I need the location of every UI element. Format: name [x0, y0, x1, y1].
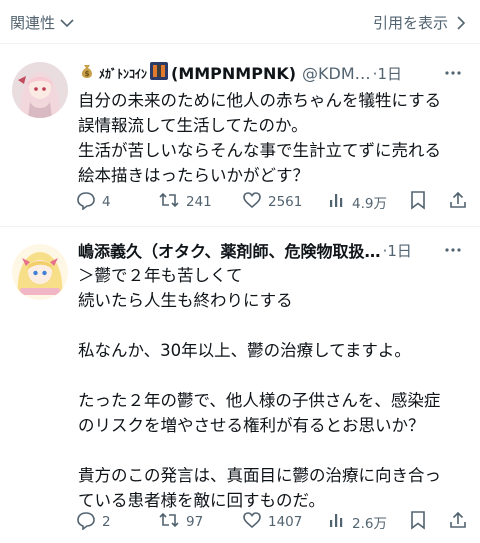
more-options-icon[interactable]	[444, 64, 462, 84]
display-name-emoji-text: ﾒｶﾞﾄﾝｺｲﾝ	[99, 66, 148, 81]
chevron-right-icon	[456, 15, 466, 31]
tweet-header: 嶋添義久（オタク、薬剤師、危険物取扱… ·1日	[78, 239, 470, 261]
heart-icon	[242, 510, 262, 534]
display-name-text: (MMPNMPNK)	[171, 63, 297, 83]
view-quotes-link[interactable]: 引用を表示	[373, 12, 466, 33]
flag-emoji-icon	[150, 62, 169, 84]
retweet-count: 241	[186, 194, 212, 210]
views-count: 2.6万	[352, 516, 387, 532]
sort-dropdown[interactable]: 関連性	[10, 12, 75, 33]
chevron-down-icon	[59, 15, 75, 31]
reply-sort-bar: 関連性 引用を表示	[0, 0, 480, 44]
user-handle[interactable]: @KDM…	[302, 64, 371, 83]
reply-icon	[76, 190, 96, 214]
bookmark-button[interactable]	[409, 510, 427, 534]
share-button[interactable]	[448, 190, 468, 214]
tweet-time[interactable]: ·1日	[373, 63, 402, 84]
share-button[interactable]	[448, 510, 468, 534]
reply-icon	[76, 510, 96, 534]
tweet-text: 自分の未来のために他人の赤ちゃんを犠牲にする 誤情報流して生活してたのか。 生活…	[78, 91, 442, 185]
tweet-time[interactable]: ·1日	[383, 240, 412, 261]
avatar[interactable]	[12, 244, 68, 300]
retweet-count: 97	[186, 514, 204, 530]
views-button[interactable]: 4.9万	[328, 191, 387, 213]
views-chart-icon	[328, 191, 346, 213]
tweet-text: ＞鬱で２年も苦しくて 続いたら人生も終わりにする 私なんか、30年以上、鬱の治療…	[78, 266, 441, 510]
retweet-icon	[158, 510, 180, 534]
reply-tweet[interactable]: $ ﾒｶﾞﾄﾝｺｲﾝ (MMPNMPNK) @KDM… ·1日 自分の未来のため…	[0, 52, 480, 227]
like-count: 1407	[268, 514, 303, 530]
reply-count: 4	[102, 194, 111, 210]
display-name[interactable]: $ ﾒｶﾞﾄﾝｺｲﾝ (MMPNMPNK)	[78, 62, 296, 84]
reply-button[interactable]: 2	[76, 510, 111, 534]
money-bag-icon: $	[78, 62, 96, 84]
reply-count: 2	[102, 514, 111, 530]
avatar[interactable]	[12, 62, 68, 118]
retweet-icon	[158, 190, 180, 214]
views-count: 4.9万	[352, 196, 387, 212]
reply-button[interactable]: 4	[76, 190, 111, 214]
svg-text:$: $	[85, 70, 90, 78]
bookmark-icon	[409, 190, 427, 214]
bookmark-button[interactable]	[409, 190, 427, 214]
tweet-header: $ ﾒｶﾞﾄﾝｺｲﾝ (MMPNMPNK) @KDM… ·1日	[78, 62, 470, 84]
tweet-actions: 2 97 1407 2.6万	[76, 510, 470, 534]
sort-label: 関連性	[10, 14, 56, 32]
retweet-button[interactable]: 241	[158, 190, 212, 214]
more-options-icon[interactable]	[444, 241, 462, 261]
like-button[interactable]: 1407	[242, 510, 302, 534]
share-icon	[448, 190, 468, 214]
heart-icon	[242, 190, 262, 214]
tweet-actions: 4 241 2561 4.9万	[76, 190, 470, 214]
like-button[interactable]: 2561	[242, 190, 302, 214]
like-count: 2561	[268, 194, 303, 210]
view-quotes-label: 引用を表示	[372, 14, 448, 32]
retweet-button[interactable]: 97	[158, 510, 203, 534]
views-button[interactable]: 2.6万	[328, 511, 387, 533]
reply-tweet[interactable]: 嶋添義久（オタク、薬剤師、危険物取扱… ·1日 ＞鬱で２年も苦しくて 続いたら人…	[0, 234, 480, 543]
share-icon	[448, 510, 468, 534]
display-name-text: 嶋添義久（オタク、薬剤師、危険物取扱…	[78, 242, 381, 261]
display-name[interactable]: 嶋添義久（オタク、薬剤師、危険物取扱…	[78, 239, 381, 261]
views-chart-icon	[328, 511, 346, 533]
bookmark-icon	[409, 510, 427, 534]
